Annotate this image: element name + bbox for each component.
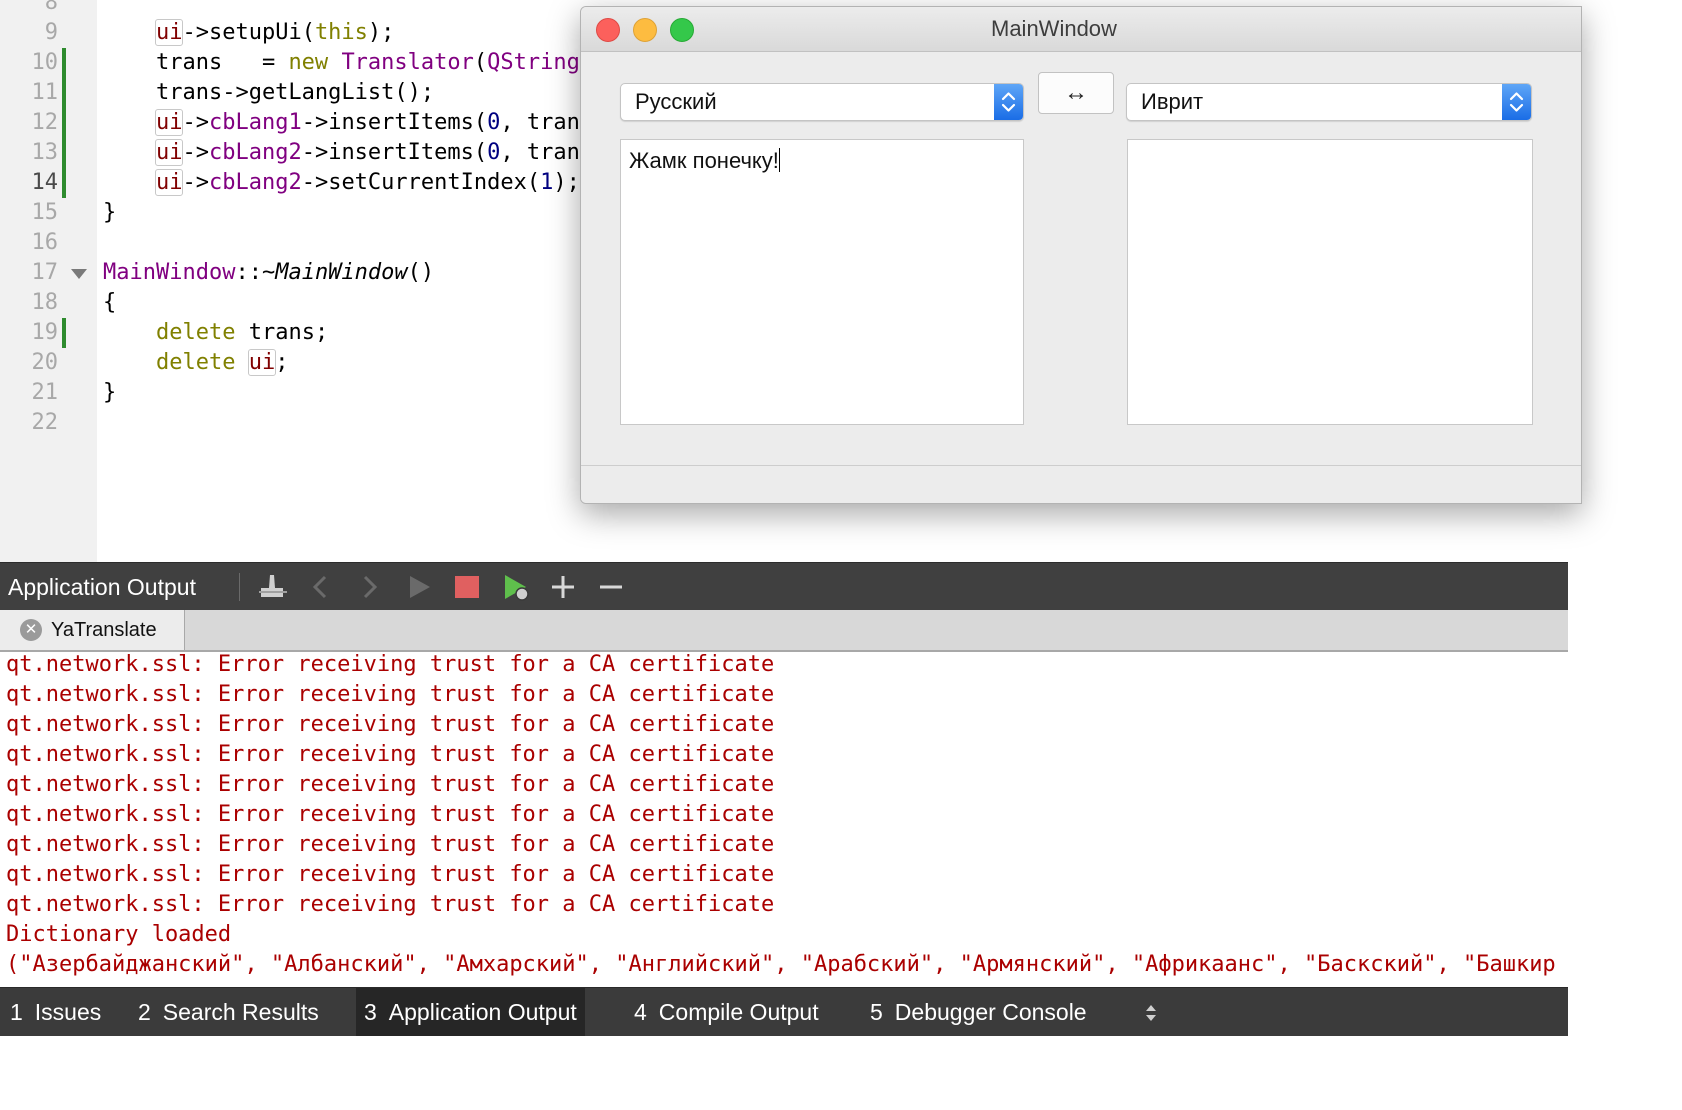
pane-button-issues[interactable]: 1 Issues	[2, 988, 109, 1036]
code-text: ui->cbLang2->insertItems(0, tran	[154, 139, 580, 166]
next-icon[interactable]	[354, 571, 384, 603]
log-line: qt.network.ssl: Error receiving trust fo…	[6, 892, 775, 917]
line-number: 19	[31, 320, 59, 345]
code-text: ui->cbLang2->setCurrentIndex(1);	[154, 169, 580, 196]
change-marker	[62, 138, 66, 168]
line-number: 9	[44, 20, 58, 45]
line-number: 16	[31, 230, 59, 255]
log-line: ("Азербайджанский", "Албанский", "Амхарс…	[6, 952, 1556, 977]
change-marker	[62, 48, 66, 78]
close-tab-icon[interactable]: ✕	[20, 619, 42, 641]
pane-number: 5	[870, 999, 883, 1025]
log-line: qt.network.ssl: Error receiving trust fo…	[6, 832, 775, 857]
source-text-area[interactable]: Жамк понечку!	[620, 139, 1024, 425]
output-pane-switcher: 1 Issues 2 Search Results 3 Application Outpu…	[0, 987, 1568, 1036]
target-language-combo[interactable]: Иврит	[1126, 83, 1532, 121]
output-tab-label: YaTranslate	[51, 619, 157, 641]
close-window-button[interactable]	[596, 18, 620, 42]
code-text: ui->setupUi(this);	[154, 19, 395, 46]
swap-languages-button[interactable]: ↔	[1038, 72, 1114, 114]
code-text: delete ui;	[155, 349, 289, 376]
title-bar[interactable]: MainWindow	[581, 7, 1581, 52]
log-line: qt.network.ssl: Error receiving trust fo…	[6, 742, 775, 767]
line-number: 21	[31, 380, 59, 405]
pane-label: Application Output	[388, 999, 577, 1025]
change-marker	[62, 108, 66, 138]
output-tab[interactable]: ✕ YaTranslate	[0, 610, 185, 650]
pane-number: 2	[138, 999, 151, 1025]
line-number: 22	[31, 410, 59, 435]
translation-text-area[interactable]	[1127, 139, 1533, 425]
log-line: qt.network.ssl: Error receiving trust fo…	[6, 772, 775, 797]
log-line: qt.network.ssl: Error receiving trust fo…	[6, 652, 775, 677]
change-marker	[62, 78, 66, 108]
output-pane-title: Application Output	[8, 574, 196, 600]
pane-label: Search Results	[162, 999, 319, 1025]
code-text: }	[103, 200, 117, 225]
line-number: 10	[31, 50, 59, 75]
source-language-value: Русский	[635, 89, 717, 114]
toolbar-separator	[239, 573, 240, 601]
status-bar	[581, 465, 1581, 503]
output-tab-strip: ✕ YaTranslate	[0, 610, 1568, 652]
updown-arrows-icon[interactable]	[1143, 1002, 1159, 1024]
code-text: {	[103, 290, 117, 315]
source-text: Жамк понечку!	[629, 148, 779, 173]
line-number: 15	[31, 200, 59, 225]
debug-icon[interactable]	[500, 571, 534, 603]
zoom-out-icon[interactable]	[596, 571, 626, 603]
target-language-value: Иврит	[1141, 89, 1204, 114]
code-text: trans = new Translator(QString	[103, 50, 580, 75]
previous-icon[interactable]	[306, 571, 336, 603]
pane-label: Issues	[34, 999, 102, 1025]
pane-button-search-results[interactable]: 2 Search Results	[130, 988, 327, 1036]
log-line: qt.network.ssl: Error receiving trust fo…	[6, 862, 775, 887]
updown-chevron-icon	[994, 84, 1023, 120]
pane-number: 1	[10, 999, 23, 1025]
pane-number: 4	[634, 999, 647, 1025]
minimize-window-button[interactable]	[633, 18, 657, 42]
log-line: qt.network.ssl: Error receiving trust fo…	[6, 682, 775, 707]
code-text: MainWindow::~MainWindow()	[103, 260, 435, 285]
application-output-log[interactable]: qt.network.ssl: Error receiving trust fo…	[0, 652, 1568, 986]
line-number: 18	[31, 290, 59, 315]
line-number: 8	[44, 0, 58, 15]
text-cursor	[778, 148, 780, 172]
updown-chevron-icon	[1502, 84, 1531, 120]
code-text: }	[103, 380, 117, 405]
stop-icon[interactable]	[452, 571, 482, 603]
source-language-combo[interactable]: Русский	[620, 83, 1024, 121]
change-marker	[62, 168, 66, 198]
zoom-in-icon[interactable]	[548, 571, 578, 603]
line-number: 17	[31, 260, 59, 285]
line-number: 14	[31, 170, 59, 195]
change-marker	[62, 318, 66, 348]
log-line: qt.network.ssl: Error receiving trust fo…	[6, 712, 775, 737]
line-number: 13	[31, 140, 59, 165]
code-text: trans->getLangList();	[103, 80, 435, 105]
run-icon[interactable]	[404, 571, 434, 603]
pane-label: Debugger Console	[894, 999, 1087, 1025]
maximize-window-button[interactable]	[670, 18, 694, 42]
code-text: ui->cbLang1->insertItems(0, tran	[154, 109, 580, 136]
output-toolbar: Application Output	[0, 562, 1568, 611]
pane-button-debugger-console[interactable]: 5 Debugger Console	[862, 988, 1095, 1036]
line-number: 12	[31, 110, 59, 135]
pane-button-application-output[interactable]: 3 Application Output	[356, 988, 585, 1036]
clear-output-icon[interactable]	[256, 571, 290, 603]
pane-button-compile-output[interactable]: 4 Compile Output	[626, 988, 827, 1036]
code-text: delete trans;	[155, 320, 329, 345]
log-line: qt.network.ssl: Error receiving trust fo…	[6, 802, 775, 827]
main-window[interactable]: MainWindow Русский ↔ Иврит Жамк понечку!	[580, 6, 1582, 504]
fold-toggle-icon[interactable]	[71, 269, 87, 279]
pane-number: 3	[364, 999, 377, 1025]
line-number: 11	[31, 80, 59, 105]
window-title: MainWindow	[991, 16, 1117, 41]
line-number: 20	[31, 350, 59, 375]
log-line: Dictionary loaded	[6, 922, 232, 947]
pane-label: Compile Output	[658, 999, 819, 1025]
